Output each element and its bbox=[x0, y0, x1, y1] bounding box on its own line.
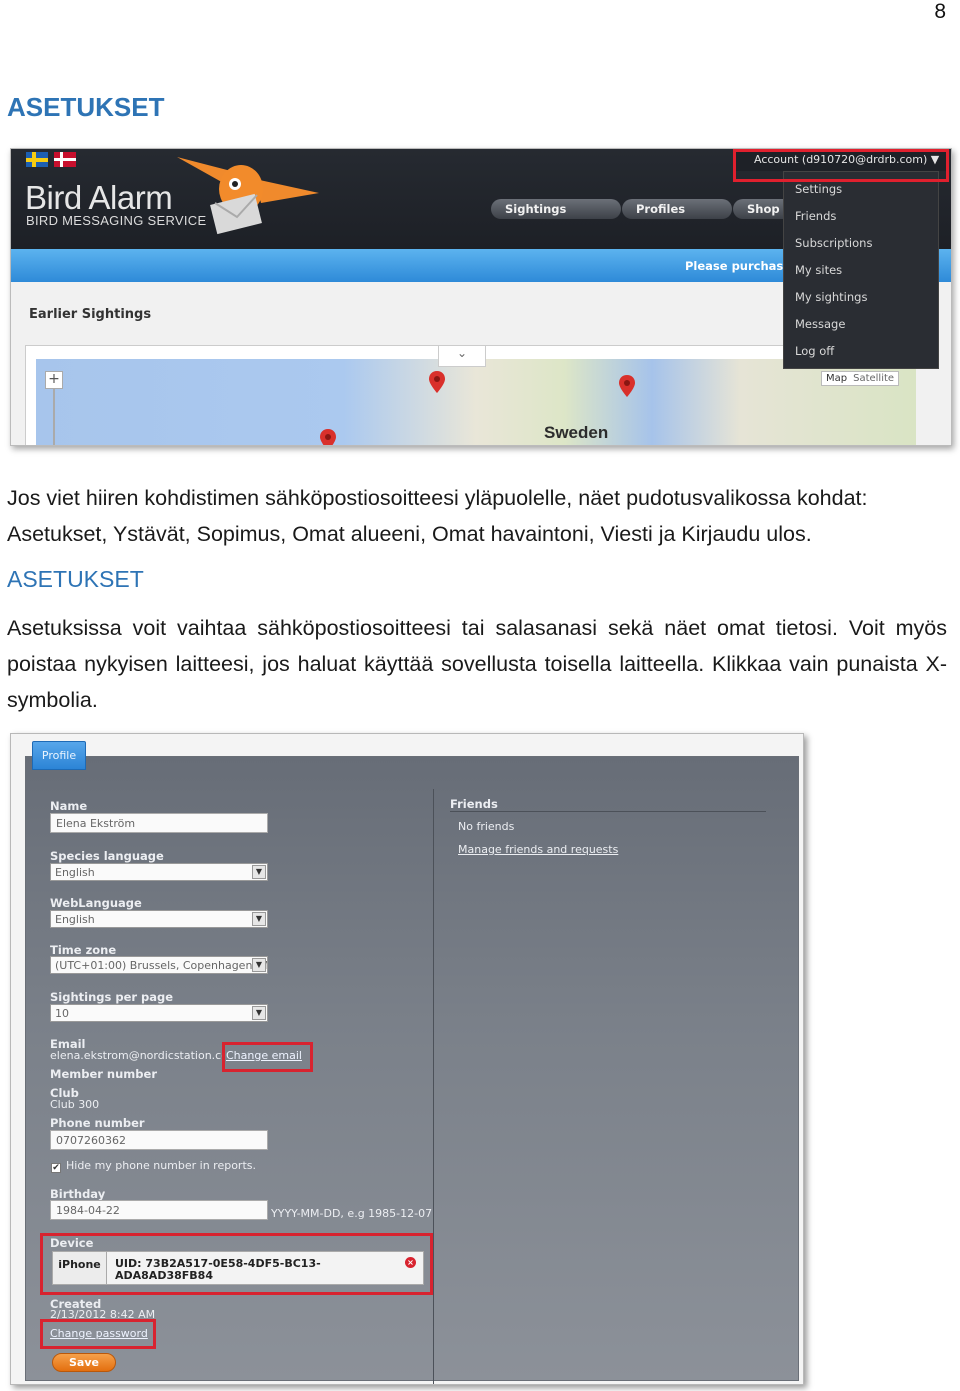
chevron-down-icon[interactable]: ▼ bbox=[252, 865, 266, 879]
manage-friends-link[interactable]: Manage friends and requests bbox=[458, 843, 618, 856]
logo-title: Bird Alarm bbox=[25, 179, 173, 216]
sightings-per-page-value: 10 bbox=[55, 1007, 69, 1020]
chevron-down-icon[interactable]: ▼ bbox=[252, 1006, 266, 1020]
change-email-highlight bbox=[222, 1042, 313, 1072]
danish-flag-icon[interactable] bbox=[54, 152, 76, 167]
map-type-satellite[interactable]: Satellite bbox=[853, 373, 894, 384]
birthday-label: Birthday bbox=[50, 1187, 106, 1201]
species-language-value: English bbox=[55, 866, 95, 879]
settings-paragraph: Asetuksissa voit vaihtaa sähköpostiosoit… bbox=[7, 616, 947, 712]
earlier-sightings-title: Earlier Sightings bbox=[29, 307, 152, 322]
sightings-per-page-label: Sightings per page bbox=[50, 990, 174, 1004]
save-button[interactable]: Save bbox=[52, 1353, 116, 1372]
friends-empty-text: No friends bbox=[458, 820, 515, 833]
name-label: Name bbox=[50, 799, 88, 813]
birthday-input[interactable]: 1984-04-22 bbox=[50, 1200, 268, 1220]
sightings-map[interactable] bbox=[36, 359, 916, 445]
menu-item-my-sites[interactable]: My sites bbox=[795, 263, 842, 277]
sightings-per-page-select[interactable]: 10 ▼ bbox=[50, 1004, 268, 1022]
purchase-banner-text[interactable]: Please purchas bbox=[685, 259, 783, 273]
nav-sightings[interactable]: Sightings bbox=[491, 199, 621, 219]
section-heading: ASETUKSET bbox=[7, 566, 144, 592]
birthday-format-hint: YYYY-MM-DD, e.g 1985-12-07 bbox=[271, 1207, 433, 1220]
map-pin-icon[interactable] bbox=[320, 429, 336, 446]
time-zone-value: (UTC+01:00) Brussels, Copenhagen, M bbox=[55, 959, 268, 972]
hide-phone-label: Hide my phone number in reports. bbox=[66, 1159, 256, 1172]
page-number: 8 bbox=[934, 0, 946, 23]
hide-phone-checkbox[interactable]: ✔ bbox=[51, 1163, 61, 1173]
phone-input[interactable]: 0707260362 bbox=[50, 1130, 268, 1150]
intro-paragraph: Jos viet hiiren kohdistimen sähköpostios… bbox=[7, 486, 868, 546]
time-zone-label: Time zone bbox=[50, 943, 117, 957]
nav-profiles[interactable]: Profiles bbox=[622, 199, 732, 219]
device-highlight bbox=[40, 1233, 433, 1295]
account-menu-screenshot: Bird Alarm BIRD MESSAGING SERVICE Sighti… bbox=[10, 148, 952, 446]
map-country-label: Sweden bbox=[544, 423, 609, 442]
tab-profile[interactable]: Profile bbox=[32, 741, 86, 770]
profile-panel: Name Elena Ekström Species language Engl… bbox=[25, 756, 799, 1384]
account-highlight bbox=[733, 149, 949, 182]
species-language-select[interactable]: English ▼ bbox=[50, 863, 268, 881]
member-number-label: Member number bbox=[50, 1067, 157, 1081]
menu-item-message[interactable]: Message bbox=[795, 317, 845, 331]
species-language-label: Species language bbox=[50, 849, 164, 863]
bird-logo-icon bbox=[177, 157, 319, 235]
web-language-label: WebLanguage bbox=[50, 896, 142, 910]
map-type-map[interactable]: Map bbox=[826, 373, 847, 384]
map-collapse-toggle[interactable]: ⌄ bbox=[438, 345, 486, 367]
web-language-select[interactable]: English ▼ bbox=[50, 910, 268, 928]
menu-item-my-sightings[interactable]: My sightings bbox=[795, 290, 867, 304]
page-heading: ASETUKSET bbox=[7, 92, 165, 122]
menu-item-friends[interactable]: Friends bbox=[795, 209, 836, 223]
map-pin-icon[interactable] bbox=[619, 375, 635, 397]
name-input[interactable]: Elena Ekström bbox=[50, 813, 268, 833]
friends-divider bbox=[450, 811, 766, 812]
change-password-highlight bbox=[40, 1319, 156, 1349]
menu-item-settings[interactable]: Settings bbox=[795, 182, 842, 196]
chevron-down-icon[interactable]: ▼ bbox=[252, 958, 266, 972]
phone-label: Phone number bbox=[50, 1116, 145, 1130]
zoom-slider[interactable] bbox=[53, 389, 55, 445]
zoom-in-button[interactable]: + bbox=[45, 371, 63, 389]
column-divider bbox=[433, 789, 434, 1384]
swedish-flag-icon[interactable] bbox=[26, 152, 48, 167]
menu-item-subscriptions[interactable]: Subscriptions bbox=[795, 236, 872, 250]
map-pin-icon[interactable] bbox=[429, 371, 445, 393]
club-value: Club 300 bbox=[50, 1098, 100, 1111]
profile-settings-screenshot: Name Elena Ekström Species language Engl… bbox=[10, 733, 804, 1385]
chevron-down-icon[interactable]: ▼ bbox=[252, 912, 266, 926]
friends-title: Friends bbox=[450, 797, 498, 811]
time-zone-select[interactable]: (UTC+01:00) Brussels, Copenhagen, M ▼ bbox=[50, 956, 268, 974]
map-type-switch[interactable]: Map Satellite bbox=[821, 371, 900, 386]
web-language-value: English bbox=[55, 913, 95, 926]
email-value: elena.ekstrom@nordicstation.cor bbox=[50, 1049, 222, 1062]
menu-item-log-off[interactable]: Log off bbox=[795, 344, 834, 358]
account-dropdown: Settings Friends Subscriptions My sites … bbox=[783, 171, 939, 369]
